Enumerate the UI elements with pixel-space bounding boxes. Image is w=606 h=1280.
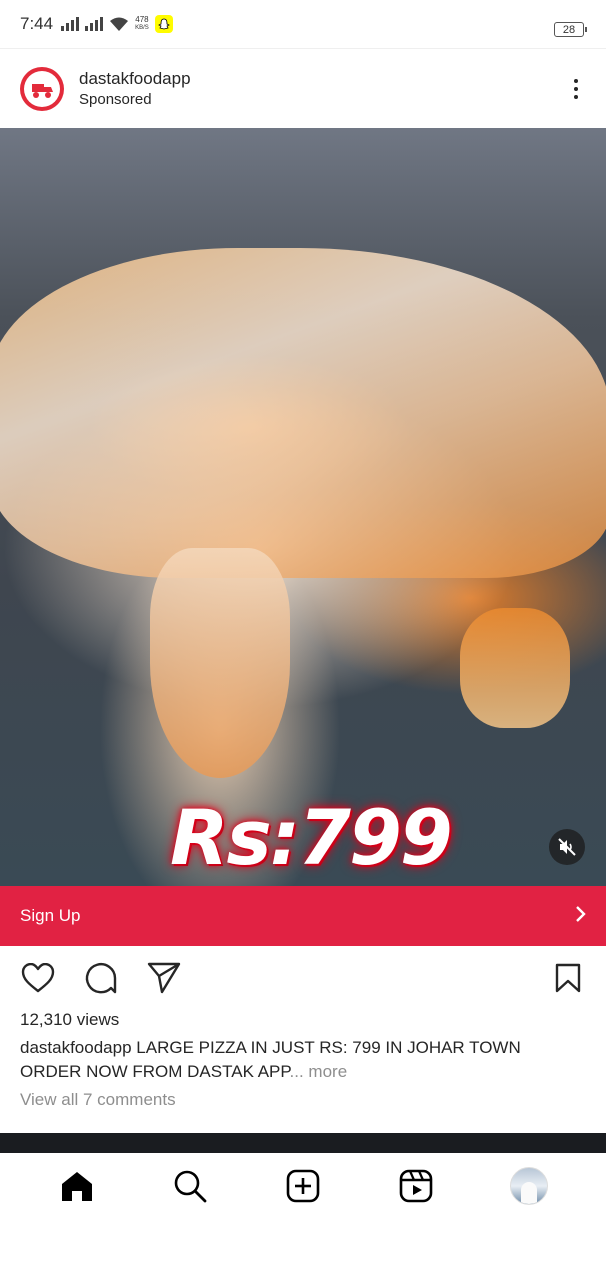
post-username[interactable]: dastakfoodapp: [79, 68, 566, 90]
save-button[interactable]: [550, 960, 586, 996]
nav-home[interactable]: [57, 1166, 97, 1206]
reels-icon: [399, 1169, 433, 1203]
nav-create[interactable]: [283, 1166, 323, 1206]
dot-icon: [574, 78, 578, 83]
like-button[interactable]: [20, 960, 56, 996]
pizza-image: [0, 248, 606, 578]
post-media[interactable]: Rs:799: [0, 128, 606, 886]
bottom-nav: [0, 1153, 606, 1219]
nav-reels[interactable]: [396, 1166, 436, 1206]
nav-search[interactable]: [170, 1166, 210, 1206]
signal-icon: [61, 17, 80, 31]
chevron-right-icon: [574, 905, 586, 928]
post-caption: dastakfoodapp LARGE PIZZA IN JUST RS: 79…: [20, 1036, 580, 1084]
dastak-logo-icon: [24, 70, 60, 107]
comment-button[interactable]: [83, 960, 119, 996]
avatar[interactable]: [20, 66, 64, 111]
sponsored-label: Sponsored: [79, 90, 152, 108]
price-overlay: Rs:799: [170, 793, 453, 882]
post-actions: [0, 955, 606, 1001]
create-post-icon: [286, 1169, 320, 1203]
snapchat-icon: [154, 15, 173, 33]
status-time: 7:44: [20, 14, 54, 33]
net-speed: 478 KB/S: [135, 15, 149, 32]
caption-more-link[interactable]: ... more: [290, 1062, 348, 1081]
view-comments-link[interactable]: View all 7 comments: [20, 1090, 176, 1110]
user-meta: dastakfoodapp Sponsored: [79, 68, 566, 110]
search-icon: [174, 1170, 207, 1203]
home-icon: [61, 1172, 92, 1201]
nav-profile[interactable]: [509, 1166, 549, 1206]
battery-indicator: 28: [554, 22, 587, 37]
cheese-drip: [460, 608, 570, 728]
next-post-preview: [0, 1133, 606, 1153]
heart-icon: [21, 963, 55, 993]
send-icon: [147, 962, 181, 994]
sign-up-cta[interactable]: Sign Up: [0, 886, 606, 946]
signal-icon-sim2: [85, 17, 104, 31]
bookmark-icon: [555, 963, 581, 993]
post-header: dastakfoodapp Sponsored: [0, 48, 606, 128]
dot-icon: [574, 86, 578, 91]
status-bar: 7:44 478 KB/S 28: [0, 0, 606, 48]
more-options-button[interactable]: [566, 74, 586, 104]
cheese-drip: [150, 548, 290, 778]
wifi-icon: [109, 16, 129, 32]
profile-avatar: [510, 1167, 549, 1205]
caption-username[interactable]: dastakfoodapp: [20, 1038, 132, 1057]
comment-icon: [85, 963, 117, 994]
view-count[interactable]: 12,310 views: [20, 1010, 119, 1030]
cta-label: Sign Up: [20, 906, 81, 925]
share-button[interactable]: [146, 960, 182, 996]
mute-button[interactable]: [549, 829, 585, 865]
dot-icon: [574, 94, 578, 99]
volume-muted-icon: [558, 838, 576, 856]
